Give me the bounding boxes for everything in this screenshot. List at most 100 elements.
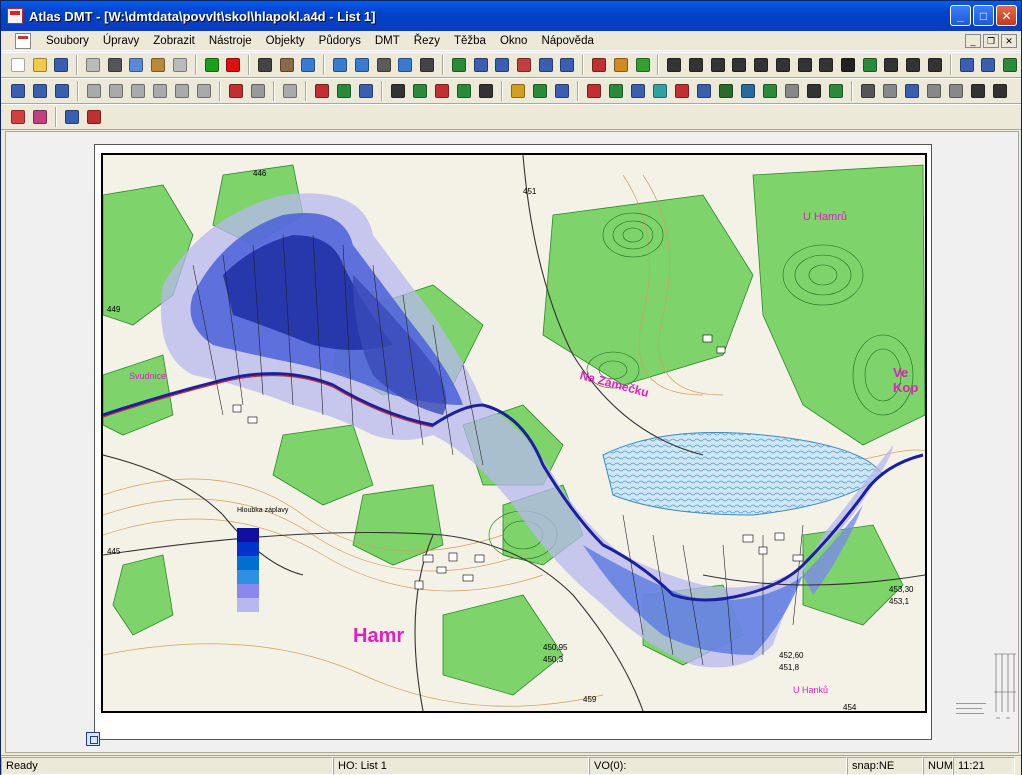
menu-soubory[interactable]: Soubory xyxy=(39,32,96,50)
mdi-close-button[interactable]: ✕ xyxy=(1001,34,1017,48)
palette-button[interactable] xyxy=(672,81,692,101)
zoom-prev-button[interactable] xyxy=(374,55,394,75)
pudo-button[interactable] xyxy=(8,81,28,101)
window-button[interactable] xyxy=(558,55,578,75)
mail-button[interactable] xyxy=(782,81,802,101)
menu-tezba[interactable]: Těžba xyxy=(447,32,493,50)
drawing-canvas[interactable]: Hloubka záplavy Hamr Svudnice Na Zámečku… xyxy=(5,131,1019,753)
circle-button[interactable] xyxy=(795,55,815,75)
minimize-button[interactable]: _ xyxy=(950,5,971,26)
tool-button[interactable] xyxy=(514,55,534,75)
gray1-button[interactable] xyxy=(84,81,104,101)
dmt2-button[interactable] xyxy=(52,81,72,101)
save-button[interactable] xyxy=(51,55,71,75)
hatch-button[interactable] xyxy=(716,81,736,101)
layers2-button[interactable] xyxy=(1000,55,1020,75)
swap-button[interactable] xyxy=(62,107,82,127)
fill-button[interactable] xyxy=(508,81,528,101)
flood-map[interactable]: Hloubka záplavy Hamr Svudnice Na Zámečku… xyxy=(101,153,927,713)
arc-button[interactable] xyxy=(751,55,771,75)
title-bar[interactable]: Atlas DMT - [W:\dmtdata\povvlt\skol\hlap… xyxy=(1,1,1021,31)
table-button[interactable] xyxy=(471,55,491,75)
eraser-button[interactable] xyxy=(30,107,50,127)
open-button[interactable] xyxy=(30,55,50,75)
node-button[interactable] xyxy=(388,81,408,101)
menu-okno[interactable]: Okno xyxy=(493,32,535,50)
measure2-button[interactable] xyxy=(858,81,878,101)
bucket-button[interactable] xyxy=(606,81,626,101)
gray5-button[interactable] xyxy=(172,81,192,101)
cut-button[interactable] xyxy=(105,55,125,75)
menu-objekty[interactable]: Objekty xyxy=(259,32,312,50)
zoom-all-button[interactable] xyxy=(299,55,319,75)
dmt3-button[interactable] xyxy=(280,81,300,101)
contour2-button[interactable] xyxy=(248,81,268,101)
document-icon[interactable] xyxy=(15,32,31,49)
flag-button[interactable] xyxy=(628,81,648,101)
terrain2-button[interactable] xyxy=(924,81,944,101)
building-button[interactable] xyxy=(880,81,900,101)
mdi-restore-button[interactable]: ❐ xyxy=(983,34,999,48)
zoom-in-button[interactable] xyxy=(330,55,350,75)
green-dot-button[interactable] xyxy=(202,55,222,75)
terrain-button[interactable] xyxy=(902,81,922,101)
new-button[interactable] xyxy=(8,55,28,75)
segment-button[interactable] xyxy=(730,55,750,75)
menu-nastroje[interactable]: Nástroje xyxy=(202,32,259,50)
menu-upravy[interactable]: Úpravy xyxy=(96,32,146,50)
red-dot-button[interactable] xyxy=(223,55,243,75)
node3-button[interactable] xyxy=(432,81,452,101)
redo-button[interactable] xyxy=(170,55,190,75)
export-button[interactable] xyxy=(804,81,824,101)
download-button[interactable] xyxy=(826,81,846,101)
menu-dmt[interactable]: DMT xyxy=(368,32,407,50)
pencil-button[interactable] xyxy=(694,81,714,101)
curve-button[interactable] xyxy=(816,55,836,75)
book-button[interactable] xyxy=(611,55,631,75)
layers-button[interactable] xyxy=(449,55,469,75)
menu-pudorys[interactable]: Půdorys xyxy=(312,32,368,50)
color-bars-button[interactable] xyxy=(8,107,28,127)
menu-napoveda[interactable]: Nápověda xyxy=(534,32,600,50)
frame-button[interactable] xyxy=(925,55,945,75)
gray3-button[interactable] xyxy=(128,81,148,101)
app-icon[interactable] xyxy=(7,8,23,24)
ok-button[interactable] xyxy=(584,81,604,101)
maximize-button[interactable]: □ xyxy=(973,5,994,26)
copy-sheet-button[interactable] xyxy=(957,55,977,75)
gray4-button[interactable] xyxy=(150,81,170,101)
gray6-button[interactable] xyxy=(194,81,214,101)
menu-zobrazit[interactable]: Zobrazit xyxy=(146,32,202,50)
photo-button[interactable] xyxy=(760,81,780,101)
terrain3-button[interactable] xyxy=(946,81,966,101)
image-button[interactable] xyxy=(738,81,758,101)
hand-button[interactable] xyxy=(277,55,297,75)
mdi-minimize-button[interactable]: _ xyxy=(965,34,981,48)
menu-rezy[interactable]: Řezy xyxy=(407,32,447,50)
check-button[interactable] xyxy=(633,55,653,75)
pointer-button[interactable] xyxy=(255,55,275,75)
fill3-button[interactable] xyxy=(552,81,572,101)
paste-button[interactable] xyxy=(148,55,168,75)
arrow-right-button[interactable] xyxy=(990,81,1010,101)
rect-button[interactable] xyxy=(773,55,793,75)
arrow-left-button[interactable] xyxy=(968,81,988,101)
drawing-sheet[interactable]: Hloubka záplavy Hamr Svudnice Na Zámečku… xyxy=(94,144,932,740)
text-button[interactable] xyxy=(838,55,858,75)
line-button[interactable] xyxy=(686,55,706,75)
settings-button[interactable] xyxy=(978,55,998,75)
profile-button[interactable] xyxy=(312,81,332,101)
zoom-window-button[interactable] xyxy=(352,55,372,75)
measure-button[interactable] xyxy=(589,55,609,75)
sheet-origin-handle[interactable] xyxy=(86,732,100,746)
symbol-button[interactable] xyxy=(860,55,880,75)
rotate-button[interactable] xyxy=(882,55,902,75)
zoom-out-button[interactable] xyxy=(396,55,416,75)
section2-button[interactable] xyxy=(356,81,376,101)
polyline-button[interactable] xyxy=(708,55,728,75)
dimension-button[interactable] xyxy=(903,55,923,75)
undo-button[interactable] xyxy=(83,55,103,75)
dmt-button[interactable] xyxy=(30,81,50,101)
fill2-button[interactable] xyxy=(530,81,550,101)
axis-button[interactable] xyxy=(417,55,437,75)
